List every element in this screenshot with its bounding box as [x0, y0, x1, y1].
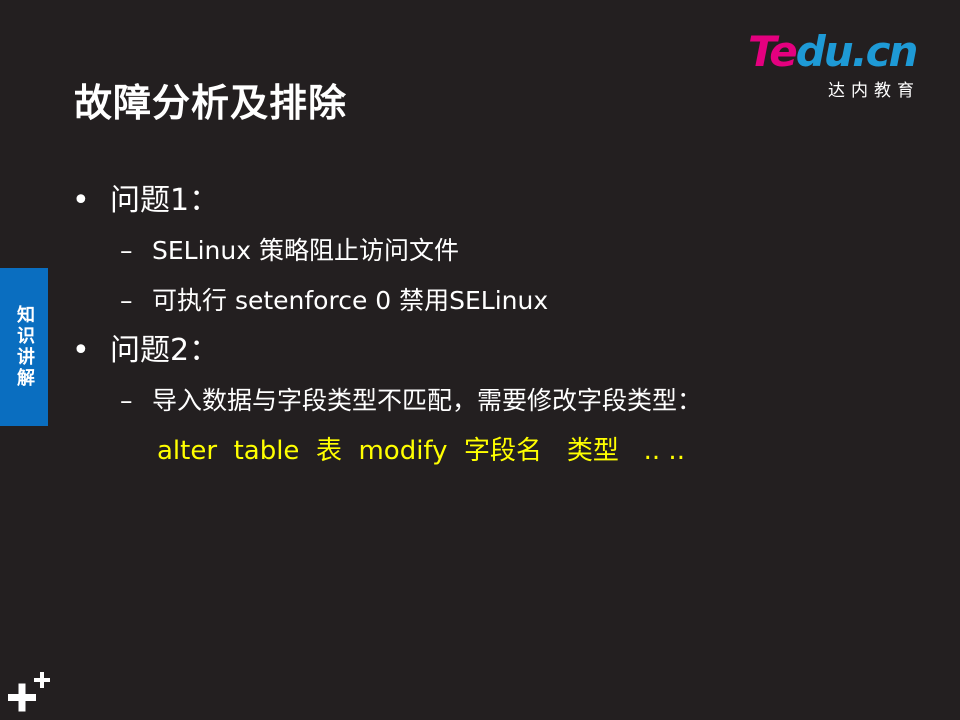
bullet-text: 问题2： [110, 333, 220, 368]
tedu-logo: Tedu.cn 达内教育 [748, 27, 928, 102]
side-tab-knowledge: 知识讲解 [0, 268, 48, 426]
dash-icon: – [120, 286, 133, 315]
logo-word-part2: du.cn [795, 27, 919, 76]
slide-content: • 问题1： – SELinux 策略阻止访问文件 – 可执行 setenfor… [72, 178, 932, 428]
sub-item-text: SELinux 策略阻止访问文件 [152, 236, 459, 265]
logo-wordmark: Tedu.cn [748, 27, 919, 76]
logo-word-part1: Te [748, 27, 798, 76]
sub-item-text: 可执行 setenforce 0 禁用SELinux [152, 286, 549, 315]
sub-item-text: 导入数据与字段类型不匹配，需要修改字段类型： [152, 386, 703, 415]
bullet-text: 问题1： [110, 183, 220, 218]
code-line: alter table 表 modify 字段名 类型 .. .. [157, 436, 685, 466]
bullet-dot-icon: • [72, 183, 90, 218]
slide-title: 故障分析及排除 [74, 81, 348, 125]
logo-subtitle: 达内教育 [828, 81, 920, 101]
side-tab-label: 知识讲解 [14, 305, 35, 389]
plus-plus-icon [8, 672, 50, 712]
bullet-item-2: • 问题2： [72, 328, 932, 378]
sub-item-1-2: – 可执行 setenforce 0 禁用SELinux [72, 278, 932, 328]
dash-icon: – [120, 236, 133, 265]
bullet-item-1: • 问题1： [72, 178, 932, 228]
sub-item-1-1: – SELinux 策略阻止访问文件 [72, 228, 932, 278]
dash-icon: – [120, 386, 133, 415]
sub-item-2-1: – 导入数据与字段类型不匹配，需要修改字段类型： [72, 378, 932, 428]
bullet-dot-icon: • [72, 333, 90, 368]
